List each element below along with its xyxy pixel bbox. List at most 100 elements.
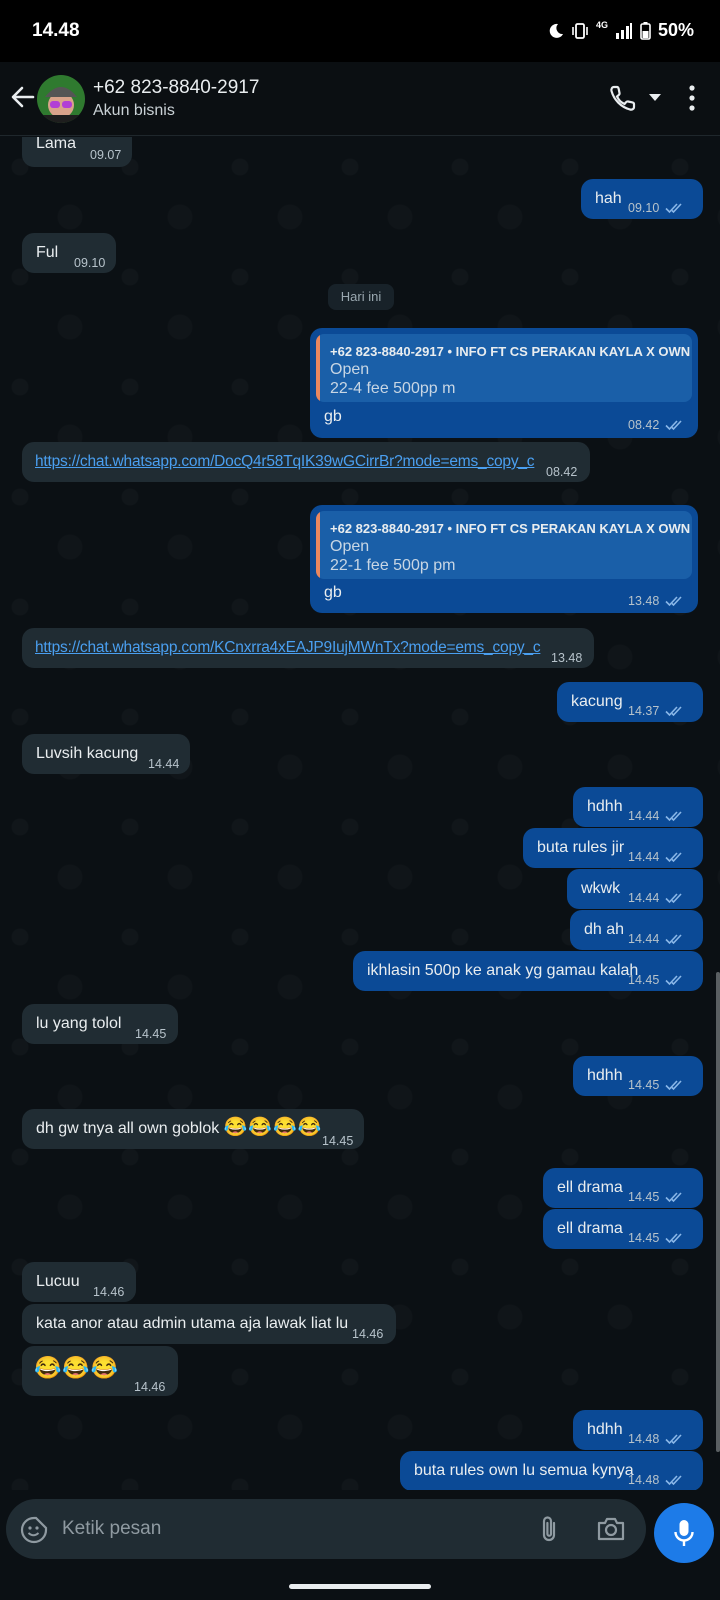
message-outgoing[interactable]: hdhh 14.44 — [573, 787, 703, 827]
avatar[interactable] — [37, 75, 85, 123]
message-incoming[interactable]: Luvsih kacung 14.44 — [22, 734, 190, 774]
message-time: 14.44 — [148, 757, 180, 771]
message-time: 14.45 — [628, 1187, 687, 1207]
message-input[interactable] — [62, 1517, 502, 1541]
message-time: 14.45 — [628, 1075, 687, 1095]
battery-percent: 50% — [657, 20, 694, 40]
read-ticks-icon — [665, 705, 687, 717]
message-text: Lucuu — [36, 1273, 80, 1290]
message-outgoing[interactable]: ikhlasin 500p ke anak yg gamau kalah 14.… — [353, 951, 703, 991]
message-outgoing[interactable]: buta rules own lu semua kynya 14.48 — [400, 1451, 703, 1490]
read-ticks-icon — [665, 851, 687, 863]
message-text: Lama — [36, 137, 77, 152]
read-ticks-icon — [665, 419, 687, 431]
read-ticks-icon — [665, 810, 687, 822]
quote-line: Open — [330, 361, 370, 378]
message-outgoing[interactable]: kacung 14.37 — [557, 682, 703, 722]
message-outgoing[interactable]: hah 09.10 — [581, 179, 703, 219]
message-text: Luvsih kacung — [36, 745, 139, 762]
quote-accent-bar — [316, 334, 320, 402]
quoted-message[interactable]: +62 823-8840-2917 • INFO FT CS PERAKAN K… — [316, 334, 692, 402]
message-text: lu yang tolol — [36, 1015, 122, 1032]
message-incoming-emoji[interactable]: 😂😂😂 14.46 — [22, 1346, 178, 1396]
quote-title: +62 823-8840-2917 • INFO FT CS PERAKAN K… — [330, 521, 692, 536]
back-arrow-icon[interactable] — [8, 82, 38, 112]
message-time: 08.42 — [546, 465, 578, 479]
mic-button[interactable] — [654, 1503, 714, 1563]
message-outgoing[interactable]: buta rules jir 14.44 — [523, 828, 703, 868]
message-link[interactable]: https://chat.whatsapp.com/DocQ4r58TqIK39… — [35, 452, 535, 472]
signal-icon — [615, 22, 632, 39]
read-ticks-icon — [665, 892, 687, 904]
message-time: 14.44 — [628, 847, 687, 867]
quote-line: Open — [330, 538, 370, 555]
message-outgoing[interactable]: hdhh 14.45 — [573, 1056, 703, 1096]
message-incoming[interactable]: Ful 09.10 — [22, 233, 116, 273]
message-incoming[interactable]: Lama 09.07 — [22, 137, 132, 167]
battery-icon — [640, 21, 651, 40]
message-incoming[interactable]: dh gw tnya all own goblok 😂😂😂😂 14.45 — [22, 1109, 364, 1149]
quote-line: 22-4 fee 500pp m — [330, 380, 456, 397]
message-time: 09.10 — [628, 198, 687, 218]
read-ticks-icon — [665, 1474, 687, 1486]
message-outgoing-reply[interactable]: +62 823-8840-2917 • INFO FT CS PERAKAN K… — [310, 505, 698, 613]
message-text: hah — [595, 190, 622, 207]
message-text: hdhh — [587, 798, 623, 815]
mic-icon — [674, 1520, 694, 1546]
message-incoming-link[interactable]: https://chat.whatsapp.com/KCnxrra4xEAJP9… — [22, 628, 594, 668]
message-incoming-link[interactable]: https://chat.whatsapp.com/DocQ4r58TqIK39… — [22, 442, 590, 482]
message-text: ell drama — [557, 1179, 623, 1196]
quote-line: 22-1 fee 500p pm — [330, 557, 456, 574]
message-outgoing[interactable]: hdhh 14.48 — [573, 1410, 703, 1450]
message-list[interactable]: Lama 09.07 hah 09.10 Ful 09.10 Hari ini … — [0, 137, 720, 1490]
message-time: 13.48 — [628, 591, 687, 611]
message-text: hdhh — [587, 1421, 623, 1438]
message-time: 08.42 — [628, 415, 687, 435]
message-text: gb — [324, 408, 342, 425]
scrollbar[interactable] — [716, 972, 720, 1452]
message-outgoing[interactable]: dh ah 14.44 — [570, 910, 703, 950]
message-time: 14.37 — [628, 701, 687, 721]
message-text: gb — [324, 584, 342, 601]
message-text: hdhh — [587, 1067, 623, 1084]
message-outgoing[interactable]: wkwk 14.44 — [567, 869, 703, 909]
message-outgoing-reply[interactable]: +62 823-8840-2917 • INFO FT CS PERAKAN K… — [310, 328, 698, 438]
emoji-sticker-icon[interactable] — [20, 1516, 48, 1544]
home-indicator[interactable] — [289, 1584, 431, 1589]
message-link[interactable]: https://chat.whatsapp.com/KCnxrra4xEAJP9… — [35, 638, 541, 658]
quote-title: +62 823-8840-2917 • INFO FT CS PERAKAN K… — [330, 344, 692, 359]
read-ticks-icon — [665, 1232, 687, 1244]
message-incoming[interactable]: kata anor atau admin utama aja lawak lia… — [22, 1304, 396, 1344]
message-text: kacung — [571, 693, 623, 710]
message-outgoing[interactable]: ell drama 14.45 — [543, 1168, 703, 1208]
dropdown-icon[interactable] — [648, 93, 662, 103]
message-text: Ful — [36, 244, 59, 261]
contact-name[interactable]: +62 823-8840-2917 — [93, 77, 259, 99]
chat-header: +62 823-8840-2917 Akun bisnis — [0, 62, 720, 136]
message-outgoing[interactable]: ell drama 14.45 — [543, 1209, 703, 1249]
more-vert-icon[interactable] — [684, 84, 700, 112]
read-ticks-icon — [665, 1079, 687, 1091]
message-time: 14.46 — [93, 1285, 125, 1299]
message-incoming[interactable]: Lucuu 14.46 — [22, 1262, 136, 1302]
message-time: 14.44 — [628, 888, 687, 908]
message-text: kata anor atau admin utama aja lawak lia… — [36, 1315, 349, 1332]
quoted-message[interactable]: +62 823-8840-2917 • INFO FT CS PERAKAN K… — [316, 511, 692, 579]
message-incoming[interactable]: lu yang tolol 14.45 — [22, 1004, 178, 1044]
camera-icon[interactable] — [596, 1515, 626, 1543]
message-text: dh ah — [584, 921, 625, 938]
status-time: 14.48 — [32, 20, 80, 41]
paperclip-icon[interactable] — [536, 1514, 564, 1544]
message-time: 14.44 — [628, 806, 687, 826]
message-time: 09.07 — [90, 148, 122, 162]
message-time: 09.10 — [74, 256, 106, 270]
read-ticks-icon — [665, 974, 687, 986]
read-ticks-icon — [665, 1191, 687, 1203]
moon-icon — [549, 23, 563, 38]
read-ticks-icon — [665, 1433, 687, 1445]
message-text: ell drama — [557, 1220, 623, 1237]
message-time: 14.48 — [628, 1429, 687, 1449]
phone-icon[interactable] — [608, 83, 638, 113]
message-text: ikhlasin 500p ke anak yg gamau kalah — [367, 962, 639, 979]
message-time: 14.46 — [134, 1380, 166, 1394]
